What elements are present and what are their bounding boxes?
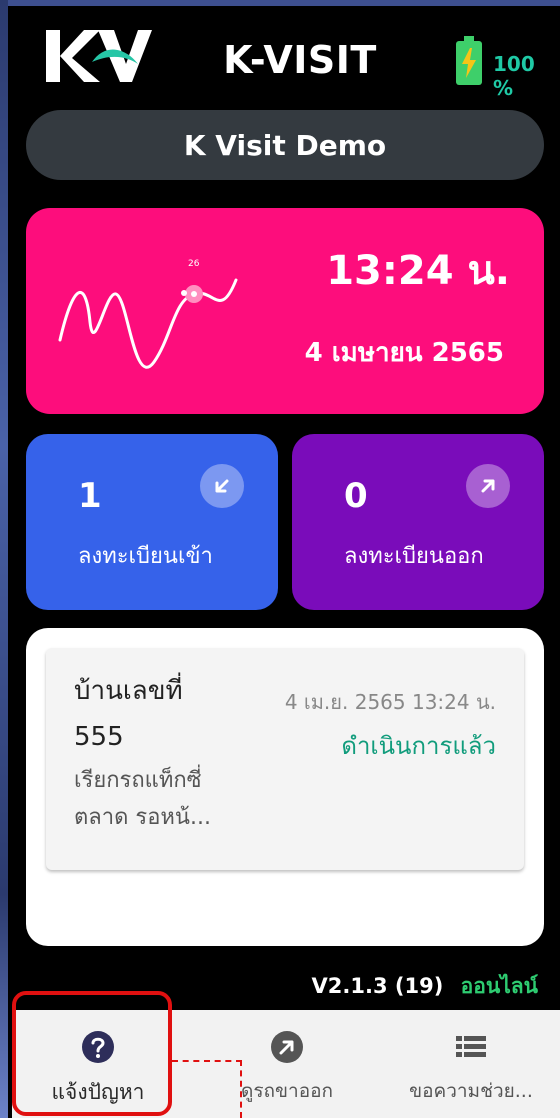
entry-detail-line2: ตลาด รอหน้...: [74, 805, 211, 830]
entry-house: บ้านเลขที่ 555: [74, 668, 183, 760]
battery-percent: 100 %: [493, 52, 535, 100]
entry-detail: เรียกรถแท็กซี่ ตลาด รอหน้...: [74, 762, 211, 836]
app-version: V2.1.3 (19): [311, 974, 444, 998]
entry-detail-line1: เรียกรถแท็กซี่: [74, 768, 202, 793]
arrow-down-left-icon: [200, 464, 244, 508]
entry-house-line1: บ้านเลขที่: [74, 676, 183, 706]
nav-item-request-help[interactable]: ขอความช่วย...: [382, 1010, 560, 1118]
checkin-label: ลงทะเบียนเข้า: [78, 544, 213, 569]
list-icon: [456, 1036, 486, 1057]
current-time: 13:24 น.: [326, 248, 510, 294]
arrow-up-right-circle-icon: [271, 1031, 303, 1063]
checkout-count: 0: [344, 476, 368, 516]
current-date: 4 เมษายน 2565: [304, 338, 504, 368]
wave-marker-label: 26: [188, 259, 200, 269]
battery-icon: [456, 36, 482, 85]
annotation-line-horizontal: [172, 1060, 242, 1062]
version-status: V2.1.3 (19) ออนไลน์: [312, 970, 538, 1003]
time-card: 26 13:24 น. 4 เมษายน 2565: [26, 208, 544, 414]
window-top-edge: [0, 0, 560, 6]
entry-status: ดำเนินการแล้ว: [341, 732, 496, 760]
checkin-count: 1: [78, 476, 102, 516]
arrow-up-right-icon: [466, 464, 510, 508]
annotation-line-vertical: [240, 1060, 242, 1118]
checkout-label: ลงทะเบียนออก: [344, 544, 484, 569]
user-name-pill: K Visit Demo: [26, 110, 544, 180]
visit-list-panel: บ้านเลขที่ 555 เรียกรถแท็กซี่ ตลาด รอหน้…: [26, 628, 544, 946]
wave-graphic-icon: 26: [58, 259, 238, 369]
nav-item-outgoing-cars[interactable]: ดูรถขาออก: [192, 1010, 382, 1118]
app-title: K-VISIT: [223, 38, 377, 82]
kvisit-logo: [46, 30, 152, 82]
highlight-box: [12, 991, 172, 1116]
checkin-card[interactable]: 1 ลงทะเบียนเข้า: [26, 434, 278, 610]
list-item[interactable]: บ้านเลขที่ 555 เรียกรถแท็กซี่ ตลาด รอหน้…: [46, 648, 524, 870]
nav-label-outgoing-cars: ดูรถขาออก: [240, 1080, 334, 1102]
entry-house-line2: 555: [74, 722, 124, 752]
connection-status: ออนไลน์: [460, 974, 538, 998]
entry-timestamp: 4 เม.ย. 2565 13:24 น.: [284, 690, 496, 714]
user-name: K Visit Demo: [183, 128, 387, 162]
nav-label-request-help: ขอความช่วย...: [409, 1080, 533, 1102]
window-left-edge: [0, 0, 8, 1118]
checkout-card[interactable]: 0 ลงทะเบียนออก: [292, 434, 544, 610]
